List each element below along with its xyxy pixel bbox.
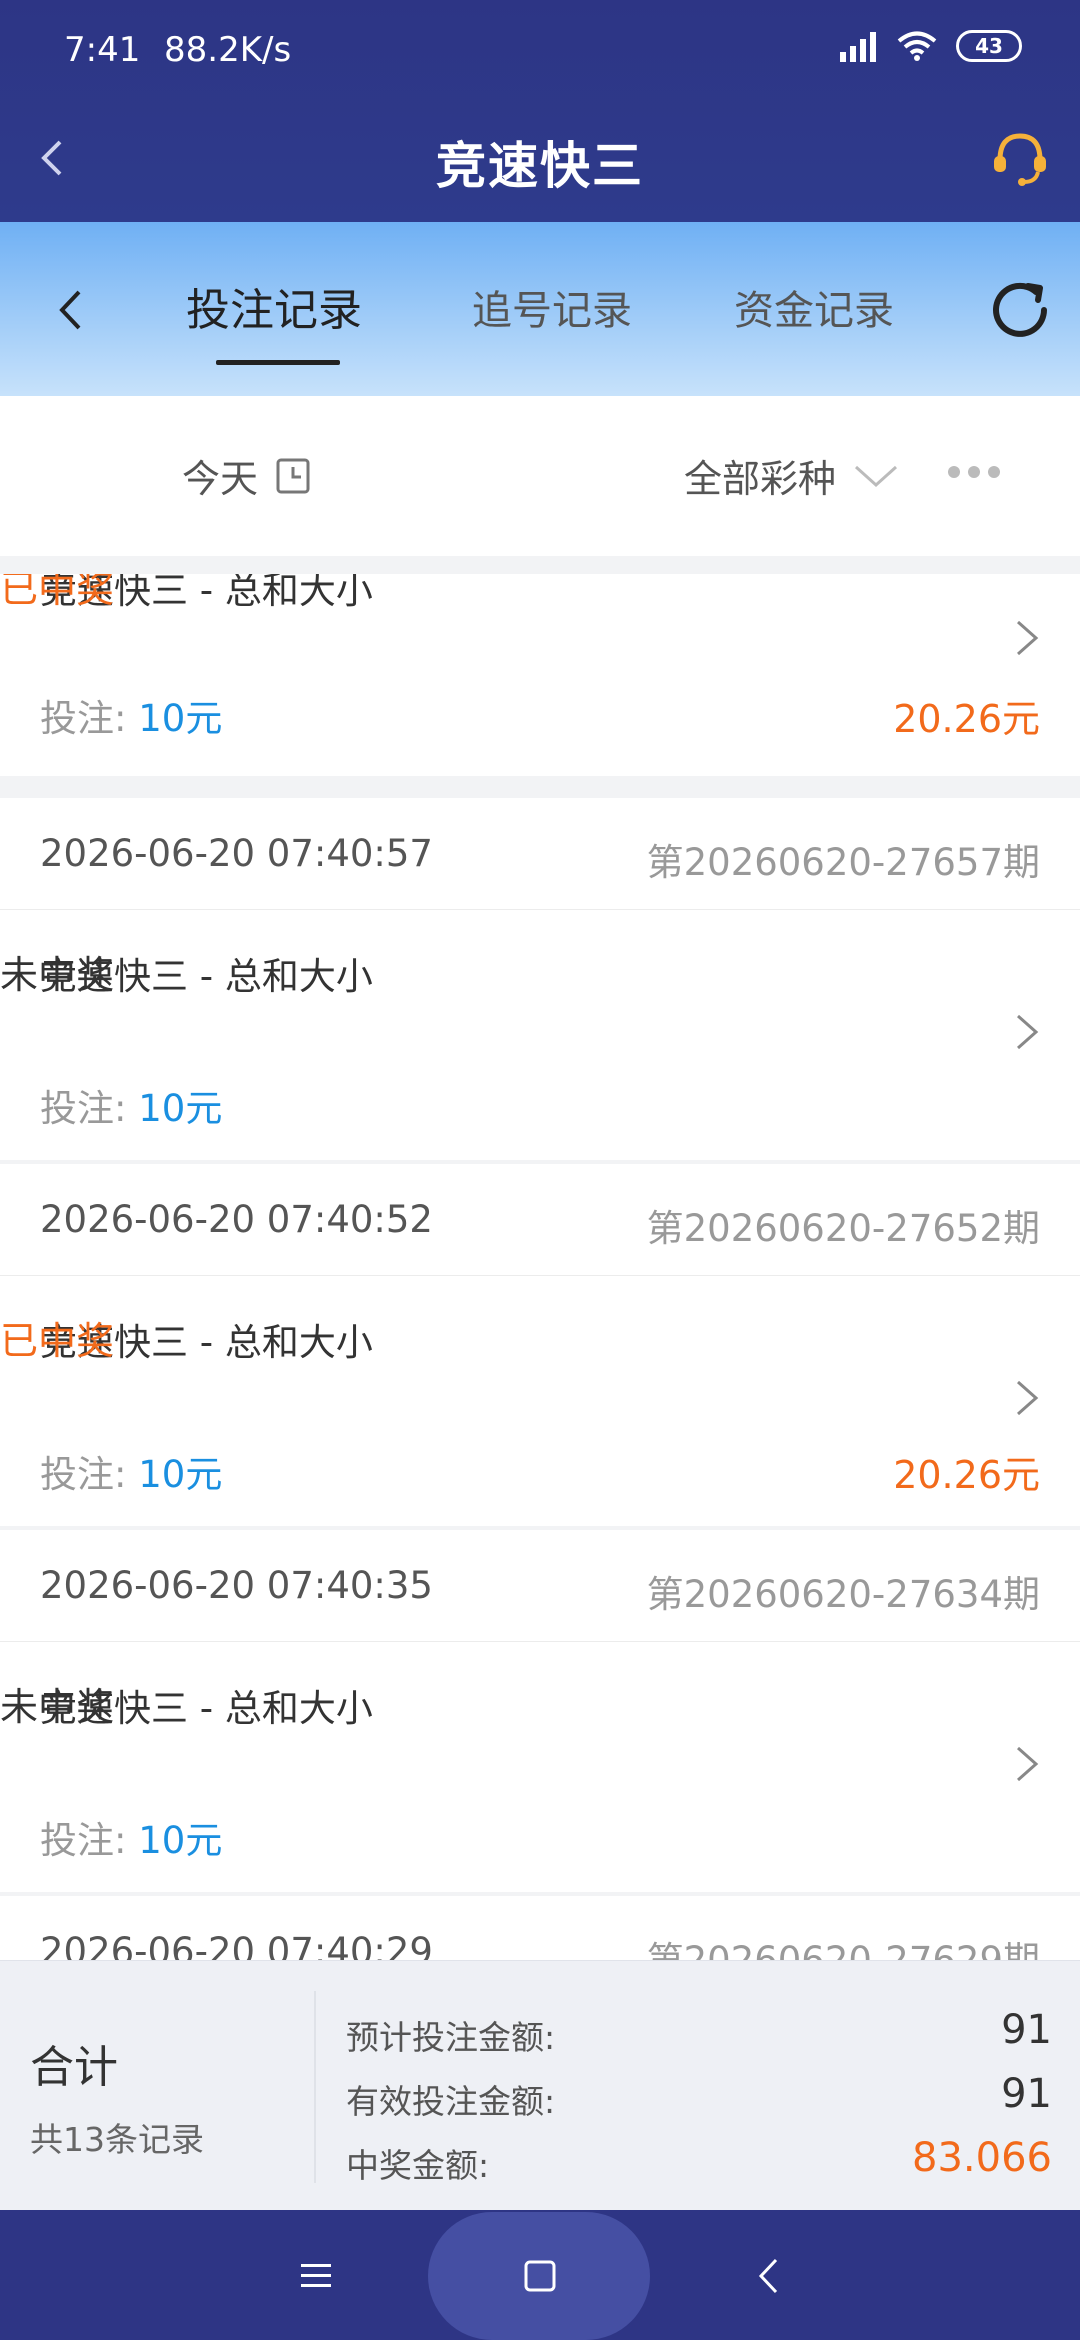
- list-item[interactable]: 2026-06-20 07:40:52 第20260620-27652期 竞速快…: [0, 1164, 1080, 1526]
- app-header: 7:41 88.2K/s 43 竞速快三: [0, 0, 1080, 222]
- record-issue: 第20260620-27634期: [646, 1573, 1040, 1616]
- record-prize: 20.26元: [893, 1453, 1040, 1497]
- page-title: 竞速快三: [436, 137, 644, 195]
- expected-bet-label: 预计投注金额:: [346, 2018, 556, 2057]
- record-issue: 第20260620-27652期: [646, 1207, 1040, 1250]
- bet-label: 投注:: [40, 1453, 139, 1496]
- record-bet: 投注: 10元: [40, 688, 222, 742]
- clock-icon: [276, 458, 310, 493]
- date-filter[interactable]: 今天: [182, 448, 310, 503]
- signal-icon: [840, 32, 876, 62]
- expected-bet-value: 91: [1001, 2007, 1052, 2053]
- record-header: 2026-06-20 07:40:57 第20260620-27657期: [0, 798, 1080, 910]
- summary-panel: 合计 共13条记录 预计投注金额: 91 有效投注金额: 91 中奖金额: 83…: [0, 1960, 1080, 2210]
- record-status: 未中奖: [0, 953, 115, 997]
- recent-apps-button[interactable]: [286, 2246, 346, 2306]
- record-status: 未中奖: [0, 1685, 115, 1729]
- square-icon: [524, 2260, 556, 2292]
- status-bar: 7:41 88.2K/s 43: [0, 0, 1080, 100]
- record-bet: 投注: 10元: [40, 1810, 222, 1864]
- record-bet: 投注: 10元: [40, 1078, 222, 1132]
- summary-total-label: 合计: [30, 2042, 118, 2093]
- status-time: 7:41: [64, 30, 141, 70]
- list-item[interactable]: 2026-06-20 07:40:29 第20260620-27629期: [0, 1896, 1080, 1960]
- record-header: 2026-06-20 07:40:29 第20260620-27629期: [0, 1896, 1080, 1960]
- tab-back-button[interactable]: [38, 278, 102, 342]
- bet-label: 投注:: [40, 1819, 139, 1862]
- valid-bet-label: 有效投注金额:: [346, 2082, 556, 2121]
- chevron-down-icon: [855, 465, 898, 487]
- bet-label: 投注:: [40, 1087, 139, 1130]
- tab-bet-records[interactable]: 投注记录: [186, 274, 362, 338]
- record-tabs: 投注记录 追号记录 资金记录: [0, 222, 1080, 396]
- lottery-filter-label: 全部彩种: [684, 457, 837, 501]
- title-bar: 竞速快三: [0, 100, 1080, 222]
- list-item[interactable]: 竞速快三 - 总和大小 已中奖 投注: 10元 20.26元: [0, 574, 1080, 776]
- menu-icon: [301, 2264, 331, 2287]
- record-datetime: 2026-06-20 07:40:52: [40, 1198, 433, 1241]
- record-bet-amount: 10元: [138, 697, 223, 740]
- bet-records-list: 竞速快三 - 总和大小 已中奖 投注: 10元 20.26元 2026-06-2…: [0, 574, 1080, 1960]
- chevron-left-icon: [758, 2258, 778, 2294]
- system-navigation-bar: [0, 2210, 1080, 2340]
- customer-service-icon[interactable]: [988, 126, 1052, 190]
- chevron-left-icon: [59, 290, 81, 330]
- record-issue: 第20260620-27629期: [647, 1930, 1040, 1960]
- record-prize: 20.26元: [893, 697, 1040, 741]
- record-datetime: 2026-06-20 07:40:57: [40, 832, 433, 875]
- summary-expected-bet: 预计投注金额: 91: [346, 2007, 1052, 2059]
- list-item[interactable]: 2026-06-20 07:40:57 第20260620-27657期 竞速快…: [0, 798, 1080, 1160]
- tab-fund-records[interactable]: 资金记录: [734, 278, 894, 336]
- record-header: 2026-06-20 07:40:52 第20260620-27652期: [0, 1164, 1080, 1276]
- summary-prize: 中奖金额: 83.066: [346, 2135, 1052, 2187]
- filter-bar: 今天 全部彩种: [0, 396, 1080, 556]
- battery-level: 43: [975, 34, 1003, 58]
- list-item[interactable]: 2026-06-20 07:40:35 第20260620-27634期 竞速快…: [0, 1530, 1080, 1892]
- chevron-right-icon: [1017, 620, 1039, 656]
- record-datetime: 2026-06-20 07:40:35: [40, 1564, 433, 1607]
- chevron-right-icon: [1017, 1746, 1039, 1782]
- status-icons: 43: [838, 30, 1022, 62]
- record-datetime: 2026-06-20 07:40:29: [40, 1930, 433, 1960]
- valid-bet-value: 91: [1001, 2071, 1052, 2117]
- status-network-speed: 88.2K/s: [164, 30, 292, 70]
- record-bet-amount: 10元: [138, 1453, 223, 1496]
- bet-label: 投注:: [40, 697, 139, 740]
- record-bet-amount: 10元: [138, 1819, 223, 1862]
- record-bet: 投注: 10元: [40, 1444, 222, 1498]
- record-status: 已中奖: [0, 574, 115, 611]
- wifi-icon: [897, 31, 937, 61]
- home-button[interactable]: [510, 2246, 570, 2306]
- prize-label: 中奖金额:: [346, 2146, 490, 2185]
- summary-record-count: 共13条记录: [30, 2120, 204, 2159]
- more-options-icon[interactable]: [948, 452, 1008, 492]
- battery-icon: 43: [956, 30, 1022, 62]
- refresh-icon[interactable]: [984, 274, 1056, 346]
- chevron-right-icon: [1017, 1380, 1039, 1416]
- record-status: 已中奖: [0, 1319, 115, 1363]
- tab-chase-records[interactable]: 追号记录: [472, 278, 632, 336]
- date-filter-label: 今天: [182, 457, 259, 501]
- lottery-filter[interactable]: 全部彩种: [684, 448, 898, 503]
- record-header: 2026-06-20 07:40:35 第20260620-27634期: [0, 1530, 1080, 1642]
- record-bet-amount: 10元: [138, 1087, 223, 1130]
- system-back-button[interactable]: [738, 2246, 798, 2306]
- active-tab-indicator: [216, 360, 340, 365]
- record-issue: 第20260620-27657期: [646, 841, 1040, 884]
- prize-value: 83.066: [912, 2135, 1052, 2181]
- summary-valid-bet: 有效投注金额: 91: [346, 2071, 1052, 2123]
- summary-divider: [314, 1991, 316, 2183]
- chevron-right-icon: [1017, 1014, 1039, 1050]
